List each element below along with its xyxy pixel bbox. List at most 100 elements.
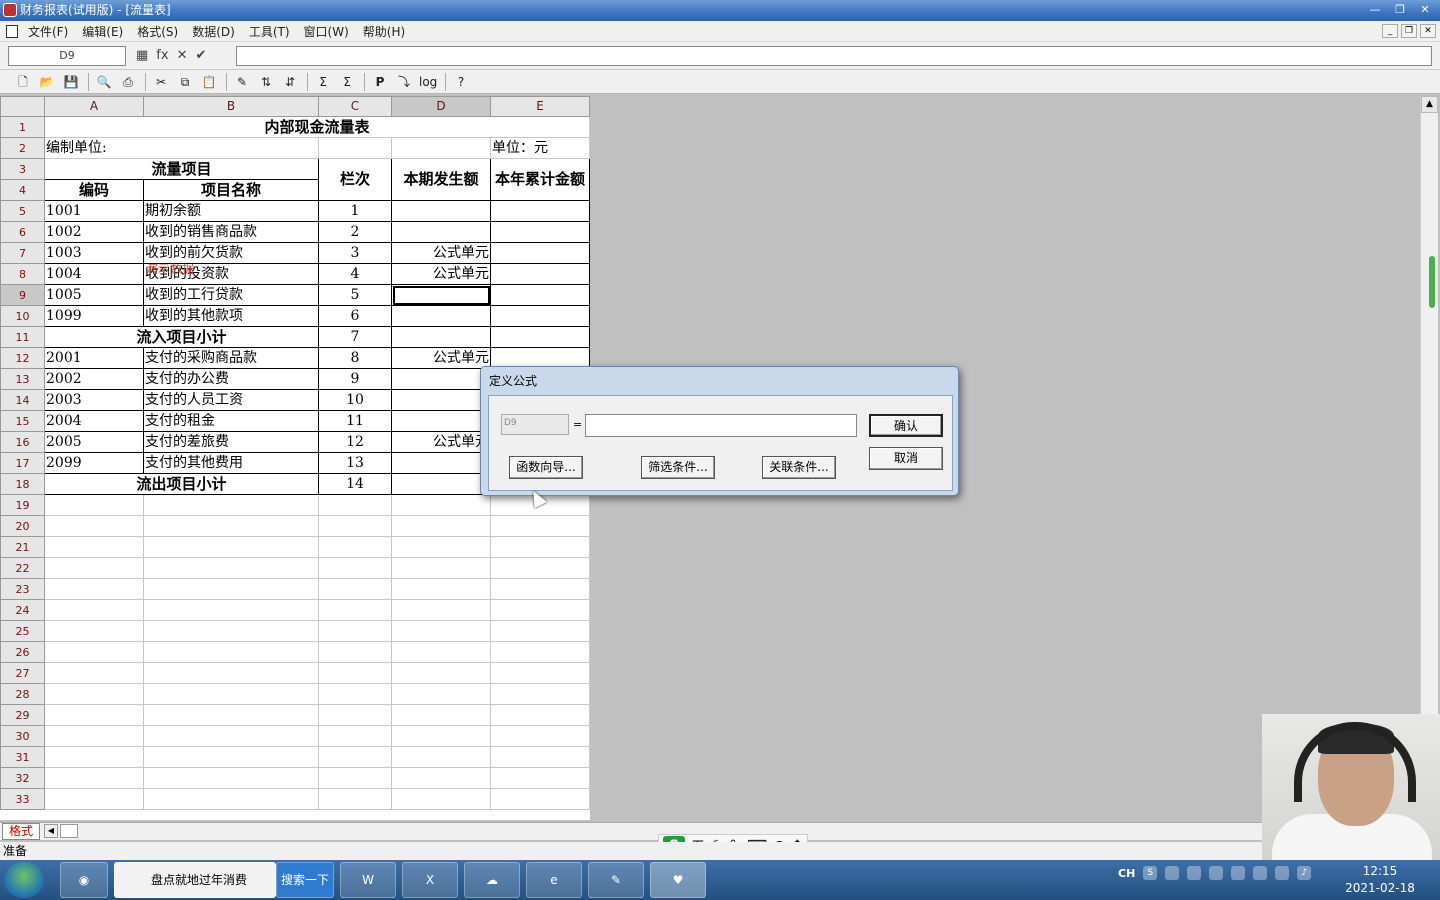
report-title[interactable]: 内部现金流量表 bbox=[44, 116, 590, 138]
cell-name[interactable]: 支付的办公费 bbox=[143, 368, 319, 390]
menu-format[interactable]: 格式(S) bbox=[137, 23, 178, 40]
row-header[interactable]: 23 bbox=[0, 578, 45, 600]
cell[interactable] bbox=[143, 725, 319, 747]
cell-code[interactable]: 2001 bbox=[44, 347, 144, 369]
cell-code[interactable]: 2099 bbox=[44, 452, 144, 474]
cell[interactable] bbox=[318, 515, 392, 537]
cell[interactable] bbox=[490, 704, 590, 726]
col-header-b[interactable]: B bbox=[143, 96, 319, 117]
row-header[interactable]: 3 bbox=[0, 158, 45, 180]
sort-desc-icon[interactable]: ⇵ bbox=[281, 73, 299, 91]
cell[interactable] bbox=[490, 746, 590, 768]
cell[interactable] bbox=[490, 620, 590, 642]
row-header[interactable]: 27 bbox=[0, 662, 45, 684]
cell-current[interactable]: 公式单元 bbox=[391, 347, 491, 369]
cell-current[interactable]: 公式单元 bbox=[391, 263, 491, 285]
cell[interactable] bbox=[391, 536, 491, 558]
cell-name[interactable]: 支付的租金 bbox=[143, 410, 319, 432]
log-icon[interactable]: log bbox=[419, 73, 437, 91]
cell-current[interactable]: 公式单元 bbox=[391, 242, 491, 264]
taskbar-search-button[interactable]: 搜索一下 bbox=[276, 862, 334, 898]
cell[interactable] bbox=[391, 620, 491, 642]
ie-icon[interactable]: e bbox=[526, 862, 582, 898]
cell[interactable] bbox=[391, 683, 491, 705]
document-icon[interactable] bbox=[6, 24, 18, 38]
cell-ytd[interactable] bbox=[490, 263, 590, 285]
row-header[interactable]: 9 bbox=[0, 284, 45, 306]
cell[interactable] bbox=[490, 536, 590, 558]
row-header[interactable]: 19 bbox=[0, 494, 45, 516]
cell[interactable] bbox=[391, 578, 491, 600]
tab-scroll-box[interactable] bbox=[60, 824, 78, 838]
subtotal-label[interactable]: 流出项目小计 bbox=[44, 473, 319, 495]
cell-col[interactable]: 1 bbox=[318, 200, 392, 222]
cell[interactable] bbox=[391, 494, 491, 516]
cell[interactable] bbox=[318, 683, 392, 705]
col-header-a[interactable]: A bbox=[44, 96, 144, 117]
row-header[interactable]: 4 bbox=[0, 179, 45, 201]
cell[interactable] bbox=[490, 599, 590, 621]
cell-current[interactable]: 公式单元 bbox=[391, 431, 491, 453]
cell[interactable] bbox=[44, 788, 144, 810]
tab-scroll-left-icon[interactable]: ◀ bbox=[44, 824, 58, 838]
row-header[interactable]: 24 bbox=[0, 599, 45, 621]
cell[interactable] bbox=[143, 662, 319, 684]
cell[interactable] bbox=[391, 788, 491, 810]
cell[interactable] bbox=[391, 767, 491, 789]
cell[interactable] bbox=[143, 641, 319, 663]
filter-condition-button[interactable]: 筛选条件... bbox=[641, 456, 715, 479]
cell[interactable] bbox=[44, 704, 144, 726]
cell[interactable] bbox=[143, 557, 319, 579]
cell[interactable] bbox=[143, 536, 319, 558]
cell[interactable] bbox=[318, 578, 392, 600]
taskbar-ie-window[interactable]: 盘点就地过年消费 bbox=[114, 862, 276, 898]
cell-col[interactable]: 4 bbox=[318, 263, 392, 285]
function-icon[interactable]: fx bbox=[156, 48, 168, 63]
cell[interactable] bbox=[318, 641, 392, 663]
menu-file[interactable]: 文件(F) bbox=[28, 23, 68, 40]
cell[interactable] bbox=[143, 494, 319, 516]
header-current[interactable]: 本期发生额 bbox=[391, 158, 491, 201]
row-header[interactable]: 14 bbox=[0, 389, 45, 411]
cell-col[interactable]: 14 bbox=[318, 473, 392, 495]
cell-ytd[interactable] bbox=[490, 284, 590, 306]
cell[interactable] bbox=[143, 683, 319, 705]
col-header-d[interactable]: D bbox=[391, 96, 491, 117]
cell[interactable] bbox=[44, 725, 144, 747]
cell-current[interactable] bbox=[391, 473, 491, 495]
row-header[interactable]: 8 bbox=[0, 263, 45, 285]
row-header[interactable]: 30 bbox=[0, 725, 45, 747]
cell-code[interactable]: 1099 bbox=[44, 305, 144, 327]
preview-icon[interactable]: 🔍 bbox=[95, 73, 113, 91]
cell-ytd[interactable] bbox=[490, 221, 590, 243]
cell[interactable] bbox=[318, 494, 392, 516]
cell[interactable] bbox=[391, 557, 491, 579]
cell-current[interactable] bbox=[391, 305, 491, 327]
selected-cell-d9[interactable] bbox=[391, 284, 491, 306]
cell[interactable] bbox=[391, 599, 491, 621]
cell-name[interactable]: 支付的采购商品款 bbox=[143, 347, 319, 369]
menu-window[interactable]: 窗口(W) bbox=[304, 23, 349, 40]
cell[interactable] bbox=[318, 725, 392, 747]
cell[interactable] bbox=[391, 746, 491, 768]
menu-data[interactable]: 数据(D) bbox=[192, 23, 235, 40]
cell-name[interactable]: 收到的投资款 演示数据 bbox=[143, 263, 319, 285]
confirm-edit-icon[interactable]: ✔ bbox=[195, 48, 206, 63]
new-icon[interactable]: 🗋 bbox=[14, 73, 32, 91]
cell-current[interactable] bbox=[391, 389, 491, 411]
ok-button[interactable]: 确认 bbox=[869, 414, 943, 437]
relation-condition-button[interactable]: 关联条件... bbox=[762, 456, 836, 479]
cell-code[interactable]: 1005 bbox=[44, 284, 144, 306]
cancel-button[interactable]: 取消 bbox=[869, 447, 943, 470]
mdi-close-button[interactable]: ✕ bbox=[1420, 24, 1436, 38]
cell[interactable] bbox=[391, 137, 491, 159]
row-header[interactable]: 13 bbox=[0, 368, 45, 390]
cell[interactable] bbox=[318, 704, 392, 726]
sort-asc-icon[interactable]: ⇅ bbox=[257, 73, 275, 91]
cell-col[interactable]: 8 bbox=[318, 347, 392, 369]
cell[interactable] bbox=[490, 725, 590, 747]
cell[interactable] bbox=[44, 557, 144, 579]
tray-icon[interactable] bbox=[1231, 866, 1246, 880]
start-button[interactable] bbox=[4, 862, 44, 898]
row-header[interactable]: 7 bbox=[0, 242, 45, 264]
